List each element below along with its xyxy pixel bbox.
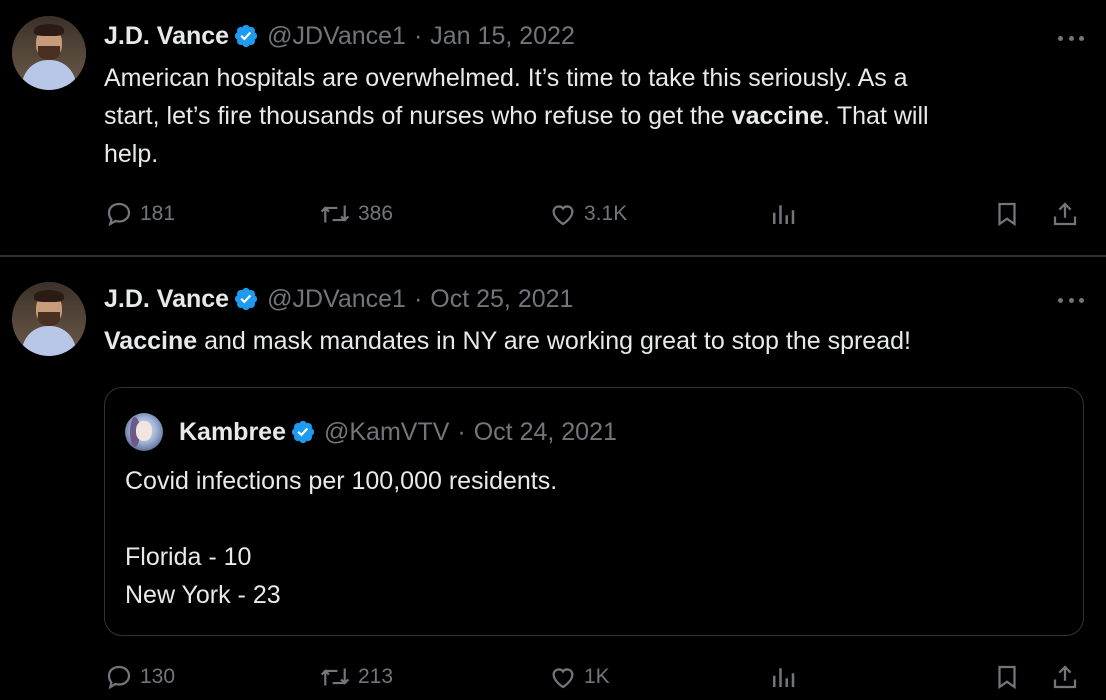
views-icon	[773, 205, 795, 224]
tweet-date[interactable]: Oct 25, 2021	[430, 285, 573, 314]
avatar[interactable]	[125, 413, 163, 451]
like-button[interactable]: 3.1K	[548, 197, 627, 231]
tweet-actions: 130 213 1K	[104, 660, 1094, 694]
share-button[interactable]	[1050, 660, 1086, 694]
more-icon[interactable]	[1058, 34, 1084, 42]
tweet-text-bold: Vaccine	[104, 327, 198, 355]
reply-icon	[107, 202, 131, 227]
author-handle[interactable]: @JDVance1	[267, 285, 406, 314]
reply-button[interactable]: 130	[104, 660, 175, 694]
repost-button[interactable]: 213	[318, 660, 393, 694]
avatar[interactable]	[12, 282, 86, 356]
views-button[interactable]	[768, 197, 804, 231]
quoted-tweet-text: Covid infections per 100,000 residents. …	[125, 467, 558, 609]
verified-badge-icon	[234, 287, 258, 311]
tweet[interactable]: J.D. Vance @JDVance1 · Jan 15, 2022 Amer…	[0, 0, 1106, 256]
verified-badge-icon	[291, 420, 315, 444]
repost-button[interactable]: 386	[318, 197, 393, 231]
reply-count: 181	[140, 202, 176, 225]
tweet[interactable]: J.D. Vance @JDVance1 · Oct 25, 2021 Vacc…	[0, 258, 1106, 700]
reply-button[interactable]: 181	[104, 197, 175, 231]
views-button[interactable]	[768, 660, 804, 694]
separator: ·	[413, 21, 423, 50]
author-name[interactable]: Kambree	[179, 418, 286, 447]
tweet-header: J.D. Vance @JDVance1 · Oct 25, 2021	[104, 282, 573, 316]
reply-count: 130	[140, 665, 176, 688]
verified-badge-icon	[234, 24, 258, 48]
bookmark-button[interactable]	[992, 660, 1028, 694]
separator: ·	[457, 417, 466, 446]
bookmark-icon	[998, 665, 1016, 690]
share-icon	[1053, 202, 1077, 226]
tweet-divider	[0, 255, 1106, 257]
tweet-date[interactable]: Oct 24, 2021	[474, 418, 617, 447]
bookmark-icon	[998, 202, 1016, 227]
repost-icon	[320, 205, 350, 223]
tweet-header: J.D. Vance @JDVance1 · Jan 15, 2022	[104, 19, 575, 53]
share-icon	[1053, 665, 1077, 689]
like-count: 3.1K	[584, 202, 628, 225]
author-name[interactable]: J.D. Vance	[104, 22, 229, 51]
author-handle[interactable]: @JDVance1	[267, 22, 406, 51]
tweet-actions: 181 386 3.1K	[104, 197, 1094, 231]
quoted-tweet-header: Kambree @KamVTV · Oct 24, 2021	[179, 416, 617, 448]
tweet-text: Vaccine and mask mandates in NY are work…	[104, 322, 1094, 360]
author-handle[interactable]: @KamVTV	[324, 418, 449, 447]
like-icon	[552, 668, 574, 689]
more-icon[interactable]	[1058, 296, 1084, 304]
reply-icon	[107, 665, 131, 690]
tweet-text-line: help.	[104, 140, 159, 168]
repost-count: 213	[358, 665, 394, 688]
tweet-date[interactable]: Jan 15, 2022	[430, 22, 575, 51]
quoted-tweet[interactable]: Kambree @KamVTV · Oct 24, 2021 Covid inf…	[104, 387, 1084, 636]
share-button[interactable]	[1050, 197, 1086, 231]
tweet-text-line: American hospitals are overwhelmed. It’s…	[104, 64, 908, 92]
views-icon	[773, 668, 795, 687]
tweet-text-line: start, let’s fire thousands of nurses wh…	[104, 102, 929, 130]
separator: ·	[413, 284, 423, 313]
tweet-text-rest: and mask mandates in NY are working grea…	[197, 327, 911, 355]
avatar[interactable]	[12, 16, 86, 90]
tweet-text: American hospitals are overwhelmed. It’s…	[104, 59, 1094, 173]
like-button[interactable]: 1K	[548, 660, 610, 694]
like-count: 1K	[584, 665, 610, 688]
repost-count: 386	[358, 202, 394, 225]
like-icon	[552, 205, 574, 226]
bookmark-button[interactable]	[992, 197, 1028, 231]
author-name[interactable]: J.D. Vance	[104, 285, 229, 314]
repost-icon	[320, 668, 350, 686]
